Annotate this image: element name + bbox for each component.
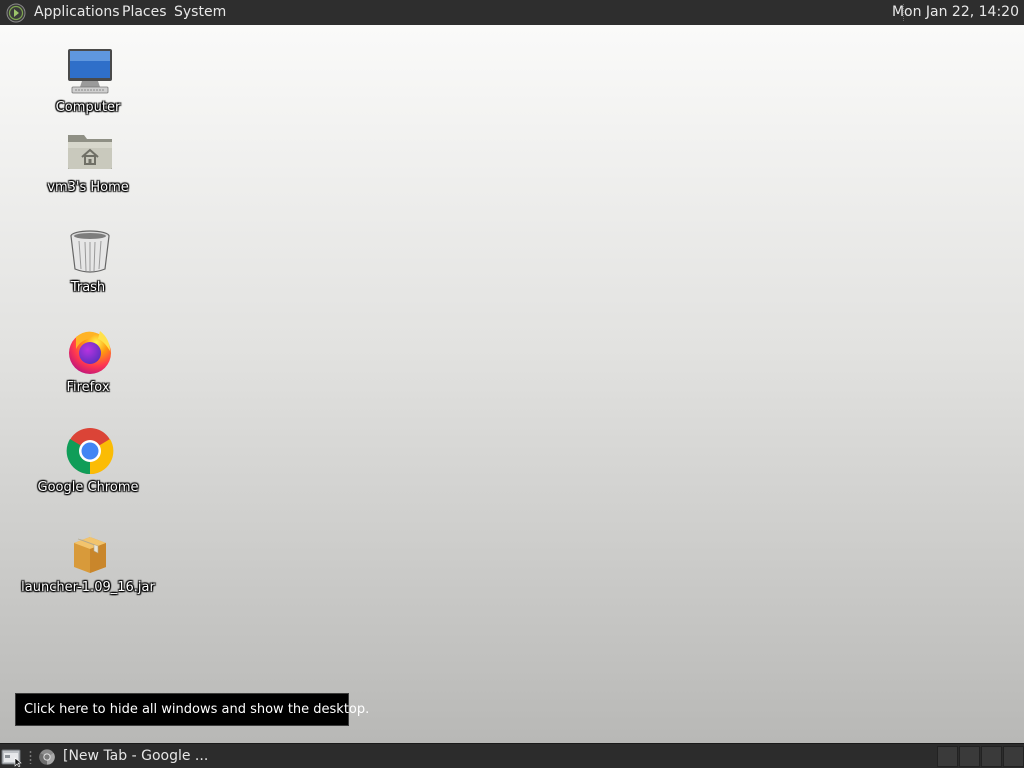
workspace-1[interactable]	[937, 746, 958, 767]
applications-logo-icon[interactable]	[6, 3, 26, 23]
jar-package-icon	[74, 530, 106, 573]
taskbar-window-button[interactable]: [New Tab - Google ...	[36, 745, 231, 768]
workspace-4[interactable]	[1003, 746, 1024, 767]
workspace-2[interactable]	[959, 746, 980, 767]
workspace-3[interactable]	[981, 746, 1002, 767]
taskbar-window-label: [New Tab - Google ...	[63, 748, 209, 764]
top-panel: Applications Places System Mon Jan 22, 1…	[0, 0, 1024, 26]
computer-icon	[68, 49, 112, 94]
menu-system[interactable]: System	[174, 4, 226, 21]
show-desktop-icon[interactable]	[1, 747, 23, 767]
desktop-icon-label: Computer	[55, 100, 121, 115]
panel-drag-handle[interactable]	[29, 750, 32, 764]
chrome-icon	[39, 749, 55, 765]
desktop-icon-label: vm3's Home	[47, 180, 129, 195]
desktop-icon-label: launcher-1.09_16.jar	[21, 580, 155, 595]
menu-places[interactable]: Places	[122, 4, 167, 21]
menu-applications[interactable]: Applications	[34, 4, 120, 21]
desktop-icon-label: Google Chrome	[37, 480, 139, 495]
desktop-icon-label: Trash	[70, 280, 106, 295]
home-folder-icon	[68, 135, 112, 169]
desktop[interactable]: Computer vm3's Home Trash Firefox Google…	[0, 25, 1024, 743]
desktop-icon-label: Firefox	[66, 380, 110, 395]
firefox-icon	[69, 331, 111, 374]
show-desktop-tooltip: Click here to hide all windows and show …	[15, 693, 369, 726]
trash-icon	[70, 230, 110, 273]
bottom-panel: [New Tab - Google ...	[0, 743, 1024, 768]
clock[interactable]: Mon Jan 22, 14:20	[892, 4, 1019, 21]
chrome-icon	[66, 428, 114, 475]
